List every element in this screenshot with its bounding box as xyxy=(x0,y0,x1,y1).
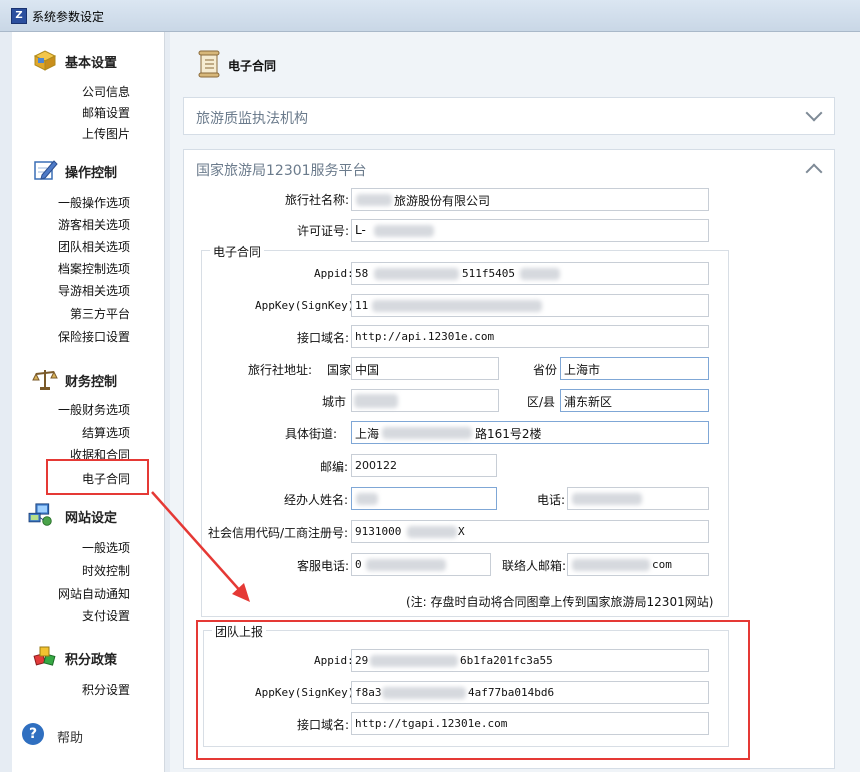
window-titlebar: Z 系统参数设定 xyxy=(0,0,860,32)
sidebar-item-tourist-options[interactable]: 游客相关选项 xyxy=(58,216,130,233)
domain-label: 接口域名: xyxy=(297,331,350,345)
sidebar-item-auto-notify[interactable]: 网站自动通知 xyxy=(58,585,130,602)
phone-label: 电话: xyxy=(537,493,566,507)
agency-name-label: 旅行社名称: xyxy=(285,193,350,207)
panel-title: 旅游质监执法机构 xyxy=(196,111,308,127)
sidebar: 基本设置 公司信息 邮箱设置 上传图片 操作控制 一般操作选项 游客相关选项 团… xyxy=(12,32,165,772)
zip-input[interactable]: 200122 xyxy=(351,454,497,477)
appkey-input[interactable]: 11 xyxy=(351,294,709,317)
sidebar-item-insurance[interactable]: 保险接口设置 xyxy=(58,328,130,345)
contact-email-label: 联络人邮箱: xyxy=(502,559,567,573)
street-label: 具体街道: xyxy=(285,427,338,441)
sidebar-item-payment[interactable]: 支付设置 xyxy=(82,607,130,624)
sidebar-item-general-options[interactable]: 一般选项 xyxy=(82,539,130,556)
sidebar-section-label: 积分政策 xyxy=(65,653,118,668)
sidebar-section-basic[interactable]: 基本设置 xyxy=(12,46,165,76)
pencil-edit-icon xyxy=(34,160,58,180)
handler-label: 经办人姓名: xyxy=(284,493,349,507)
upload-note: (注: 存盘时自动将合同图章上传到国家旅游局12301网站) xyxy=(406,595,714,609)
sidebar-item-archive-options[interactable]: 档案控制选项 xyxy=(58,260,130,277)
help-label[interactable]: 帮助 xyxy=(57,727,83,746)
balance-scale-icon xyxy=(32,370,58,390)
sidebar-item-general-finance[interactable]: 一般财务选项 xyxy=(58,401,130,418)
help-icon[interactable]: ? xyxy=(22,723,44,745)
credit-code-input[interactable]: 9131000 X xyxy=(351,520,709,543)
sidebar-section-label: 财务控制 xyxy=(65,375,118,390)
agency-name-input[interactable]: 旅游股份有限公司 xyxy=(351,188,709,211)
sidebar-section-points[interactable]: 积分政策 xyxy=(12,643,165,673)
country-label: 国家 xyxy=(327,363,352,377)
credit-code-label: 社会信用代码/工商注册号: xyxy=(208,526,349,540)
group-title: 电子合同 xyxy=(210,243,265,260)
service-phone-input[interactable]: 0 xyxy=(351,553,491,576)
zip-label: 邮编: xyxy=(320,460,349,474)
highlight-team-report-box xyxy=(196,620,750,760)
street-input[interactable]: 上海 路161号2楼 xyxy=(351,421,709,444)
sidebar-section-label: 操作控制 xyxy=(65,166,118,181)
sidebar-item-points-settings[interactable]: 积分设置 xyxy=(82,681,130,698)
sidebar-item-guide-options[interactable]: 导游相关选项 xyxy=(58,282,130,299)
network-computer-icon xyxy=(28,503,52,526)
sidebar-section-operation[interactable]: 操作控制 xyxy=(12,156,165,186)
sidebar-item-general-operation[interactable]: 一般操作选项 xyxy=(58,194,130,211)
sidebar-section-label: 基本设置 xyxy=(65,56,118,71)
panel-quality-supervision[interactable]: 旅游质监执法机构 xyxy=(183,97,835,135)
page-title: 电子合同 xyxy=(228,59,277,73)
app-icon: Z xyxy=(11,8,27,24)
sidebar-item-settlement[interactable]: 结算选项 xyxy=(82,424,130,441)
chevron-down-icon[interactable] xyxy=(805,104,823,122)
sidebar-item-timeliness[interactable]: 时效控制 xyxy=(82,562,130,579)
appkey-label: AppKey(SignKey): xyxy=(255,299,361,312)
country-input[interactable]: 中国 xyxy=(351,357,499,380)
window-title: 系统参数设定 xyxy=(32,10,105,24)
sidebar-item-company-info[interactable]: 公司信息 xyxy=(82,83,130,100)
sidebar-item-upload-image[interactable]: 上传图片 xyxy=(82,125,130,142)
chevron-up-icon[interactable] xyxy=(805,163,823,181)
highlight-econtract-box xyxy=(46,459,149,495)
sidebar-section-label: 网站设定 xyxy=(65,511,118,526)
province-label: 省份 xyxy=(533,363,558,377)
district-input[interactable]: 浦东新区 xyxy=(560,389,709,412)
license-label: 许可证号: xyxy=(297,224,350,238)
address-label: 旅行社地址: xyxy=(248,363,313,377)
domain-input[interactable]: http://api.12301e.com xyxy=(351,325,709,348)
phone-input[interactable] xyxy=(567,487,709,510)
service-phone-label: 客服电话: xyxy=(297,559,350,573)
city-input[interactable] xyxy=(351,389,499,412)
sidebar-item-mail-settings[interactable]: 邮箱设置 xyxy=(82,104,130,121)
cubes-icon xyxy=(33,646,56,666)
district-label: 区/县 xyxy=(527,395,556,409)
panel-title: 国家旅游局12301服务平台 xyxy=(196,163,367,179)
sidebar-item-team-options[interactable]: 团队相关选项 xyxy=(58,238,130,255)
city-label: 城市 xyxy=(322,395,347,409)
sidebar-section-website[interactable]: 网站设定 xyxy=(12,501,165,531)
contact-email-input[interactable]: com xyxy=(567,553,709,576)
province-input[interactable]: 上海市 xyxy=(560,357,709,380)
box-icon xyxy=(33,50,57,71)
appid-label: Appid: xyxy=(314,267,354,280)
license-input[interactable]: L- xyxy=(351,219,709,242)
scroll-document-icon xyxy=(198,50,220,78)
sidebar-section-finance[interactable]: 财务控制 xyxy=(12,365,165,395)
sidebar-item-third-party[interactable]: 第三方平台 xyxy=(70,305,130,322)
handler-input[interactable] xyxy=(351,487,497,510)
appid-input[interactable]: 58 511f5405 xyxy=(351,262,709,285)
